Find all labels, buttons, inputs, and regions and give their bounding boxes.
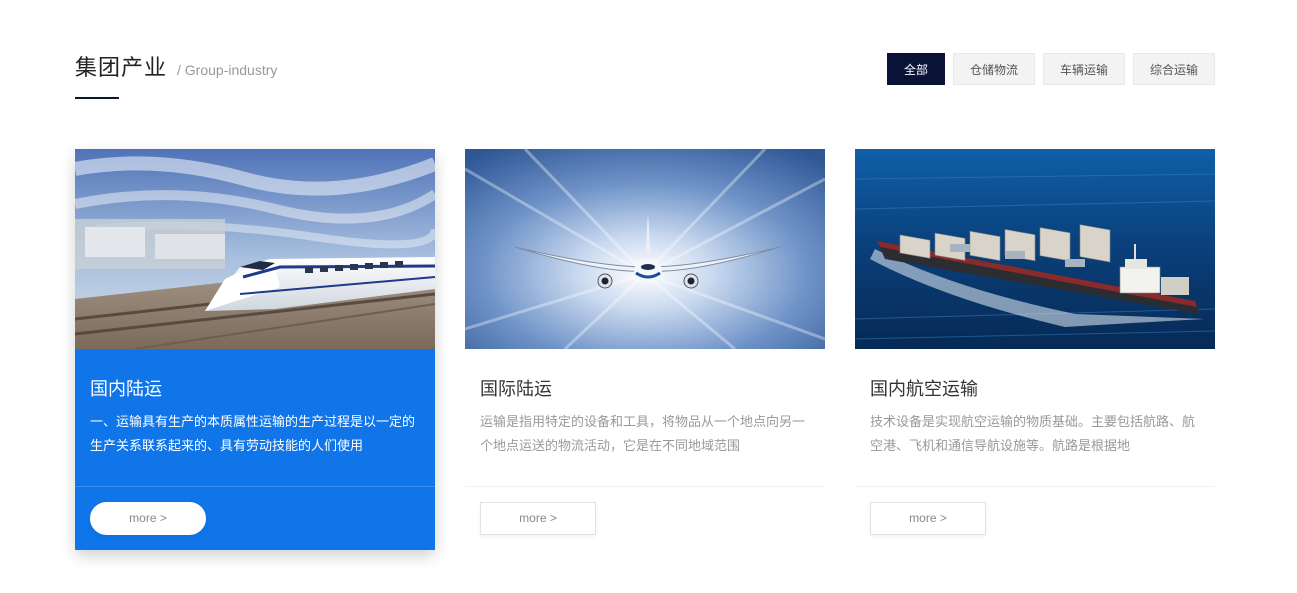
card-description: 技术设备是实现航空运输的物质基础。主要包括航路、航空港、飞机和通信导航设施等。航… (870, 415, 1196, 454)
card-divider (75, 486, 435, 487)
more-button[interactable]: more > (90, 502, 206, 535)
card-description: 运输是指用特定的设备和工具，将物品从一个地点向另一个地点运送的物流活动，它是在不… (480, 415, 806, 454)
card-divider (465, 486, 825, 487)
industry-card[interactable]: 国际陆运 运输是指用特定的设备和工具，将物品从一个地点向另一个地点运送的物流活动… (465, 149, 825, 550)
section-subtitle: / Group-industry (177, 62, 278, 78)
filter-tab-warehousing[interactable]: 仓储物流 (952, 53, 1035, 85)
more-button[interactable]: more > (870, 502, 986, 535)
card-divider (855, 486, 1215, 487)
card-description: 一、运输具有生产的本质属性运输的生产过程是以一定的生产关系联系起来的、具有劳动技… (90, 415, 416, 454)
card-title[interactable]: 国内陆运 (90, 375, 162, 401)
card-title[interactable]: 国际陆运 (480, 375, 552, 401)
filter-tab-integrated-transport[interactable]: 综合运输 (1132, 53, 1215, 85)
filter-tab-all[interactable]: 全部 (886, 53, 945, 85)
more-button[interactable]: more > (480, 502, 596, 535)
title-underline (75, 97, 119, 99)
filter-tabs: 全部 仓储物流 车辆运输 综合运输 (886, 53, 1215, 85)
industry-card[interactable]: 国内航空运输 技术设备是实现航空运输的物质基础。主要包括航路、航空港、飞机和通信… (855, 149, 1215, 550)
card-title[interactable]: 国内航空运输 (870, 375, 978, 401)
section-title-zh: 集团产业 (75, 56, 168, 81)
section-title: 集团产业 / Group-industry (75, 50, 277, 82)
filter-tab-vehicle-transport[interactable]: 车辆运输 (1042, 53, 1125, 85)
industry-card[interactable]: 国内陆运 一、运输具有生产的本质属性运输的生产过程是以一定的生产关系联系起来的、… (75, 149, 435, 550)
airplane-image[interactable] (465, 149, 825, 349)
cargo-ship-image[interactable] (855, 149, 1215, 349)
high-speed-train-image[interactable] (75, 149, 435, 349)
industry-cards: 国内陆运 一、运输具有生产的本质属性运输的生产过程是以一定的生产关系联系起来的、… (75, 149, 1215, 550)
